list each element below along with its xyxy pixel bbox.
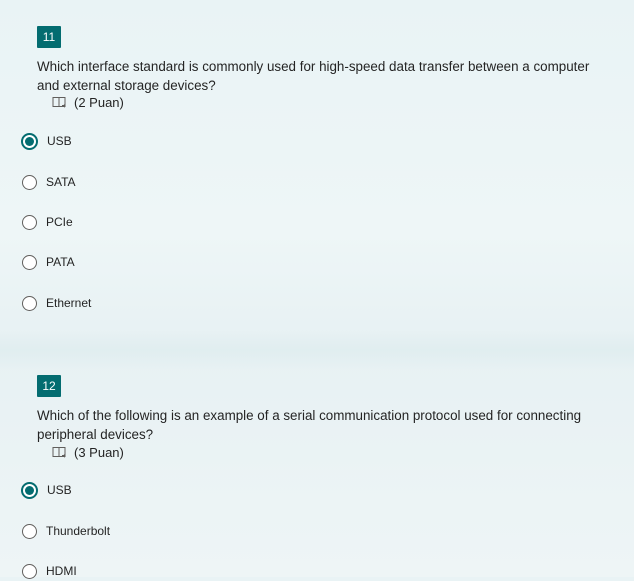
radio-button[interactable]	[22, 214, 37, 230]
option-thunderbolt[interactable]: Thunderbolt	[22, 521, 110, 541]
option-label: PCIe	[46, 215, 73, 229]
option-sata[interactable]: SATA	[22, 172, 76, 192]
points-row: (3 Puan)	[52, 445, 124, 460]
option-pcie[interactable]: PCIe	[22, 212, 73, 232]
radio-button[interactable]	[22, 254, 37, 270]
radio-button-checked[interactable]	[21, 132, 38, 150]
points-label: (2 Puan)	[74, 95, 124, 110]
radio-button[interactable]	[22, 563, 37, 579]
option-label: HDMI	[46, 564, 77, 578]
question-text: Which of the following is an example of …	[37, 406, 627, 444]
option-label: USB	[47, 483, 72, 497]
option-label: Ethernet	[46, 296, 92, 310]
points-label: (3 Puan)	[74, 445, 124, 460]
option-label: PATA	[46, 255, 75, 269]
radio-button[interactable]	[22, 174, 37, 190]
immersive-reader-icon[interactable]	[52, 446, 68, 460]
immersive-reader-icon[interactable]	[52, 96, 68, 110]
question-text-line2: and external storage devices?	[37, 78, 216, 93]
option-label: USB	[47, 134, 72, 148]
option-hdmi[interactable]: HDMI	[22, 561, 77, 581]
option-usb[interactable]: USB	[21, 480, 72, 500]
question-text: Which interface standard is commonly use…	[37, 57, 627, 95]
radio-button[interactable]	[22, 523, 37, 539]
option-label: SATA	[46, 175, 76, 189]
question-number: 11	[37, 26, 61, 48]
option-usb[interactable]: USB	[21, 131, 72, 151]
question-text-line1: Which interface standard is commonly use…	[37, 59, 590, 74]
question-text-line2: peripheral devices?	[37, 427, 154, 442]
points-row: (2 Puan)	[52, 95, 124, 110]
radio-button-checked[interactable]	[21, 481, 38, 499]
radio-button[interactable]	[22, 295, 37, 311]
section-divider	[0, 330, 634, 370]
option-label: Thunderbolt	[46, 524, 111, 538]
option-pata[interactable]: PATA	[22, 252, 75, 272]
question-number: 12	[37, 375, 61, 397]
option-ethernet[interactable]: Ethernet	[22, 293, 91, 313]
question-text-line1: Which of the following is an example of …	[37, 408, 582, 423]
